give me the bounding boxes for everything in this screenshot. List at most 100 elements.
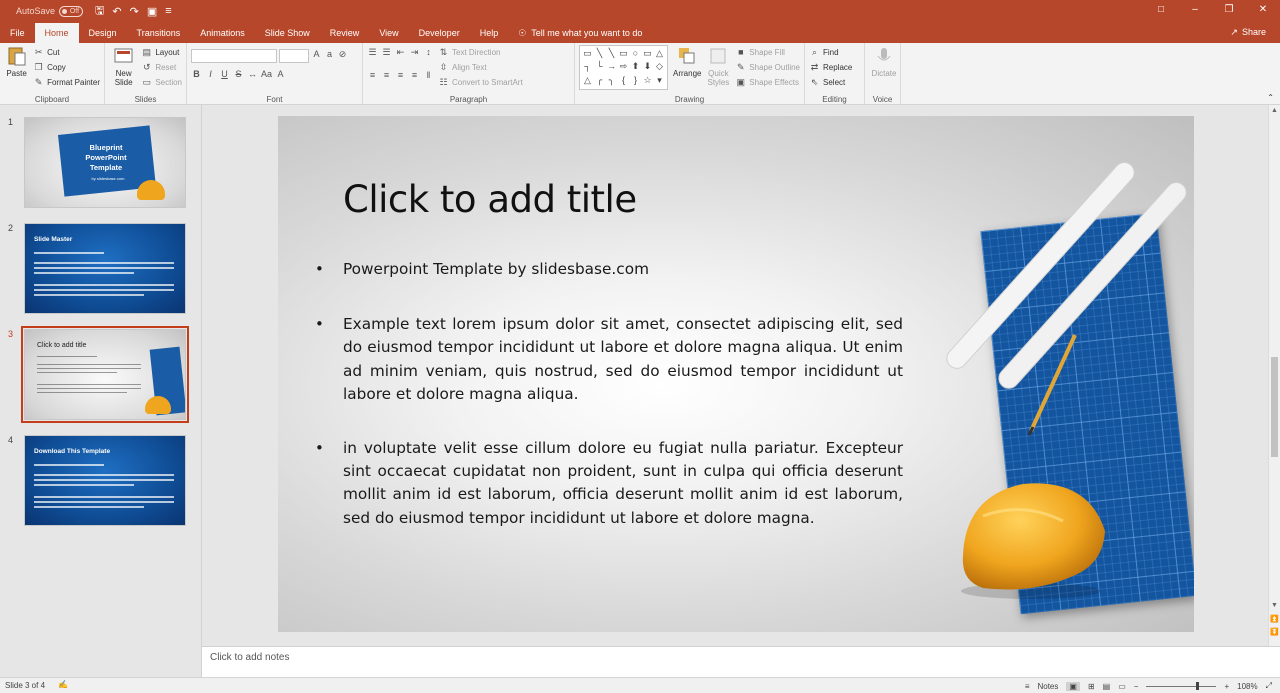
line-spacing-icon[interactable]: ↕: [423, 47, 434, 58]
slide-title-placeholder[interactable]: Click to add title: [343, 178, 637, 221]
collapse-ribbon-icon[interactable]: ⌃: [1267, 93, 1274, 102]
align-center-icon[interactable]: ≡: [381, 70, 392, 81]
reading-view-icon[interactable]: ▤: [1103, 682, 1111, 691]
close-icon[interactable]: ✕: [1246, 0, 1280, 22]
slide-thumbnail-2[interactable]: Slide Master: [24, 223, 186, 314]
shapes-gallery[interactable]: ▭ ╲ ╲ ▭ ○ ▭ △ ┐ └ → ⇨ ⬆ ⬇ ◇ △ ╭ ╮{} ☆ ▾: [579, 45, 668, 90]
next-slide-icon[interactable]: ⏬: [1269, 628, 1280, 636]
layout-button[interactable]: ▤ Layout: [141, 45, 182, 60]
change-case-icon[interactable]: Aa: [261, 69, 272, 80]
increase-indent-icon[interactable]: ⇥: [409, 47, 420, 58]
replace-button[interactable]: ⇄ Replace: [809, 60, 860, 75]
underline-icon[interactable]: U: [219, 69, 230, 80]
tell-me-box[interactable]: ☉ Tell me what you want to do: [518, 23, 642, 43]
quick-styles-button[interactable]: Quick Styles: [706, 45, 730, 90]
autosave-toggle[interactable]: Off: [59, 5, 84, 17]
arrange-button[interactable]: Arrange: [673, 45, 701, 90]
align-text-button[interactable]: ⇳ Align Text: [438, 60, 523, 75]
bullet-item: Example text lorem ipsum dolor sit amet,…: [313, 313, 903, 406]
minimize-icon[interactable]: –: [1178, 0, 1212, 22]
shape-fill-button[interactable]: ■ Shape Fill: [735, 45, 800, 60]
tab-review[interactable]: Review: [320, 23, 370, 43]
cut-button[interactable]: ✂ Cut: [33, 45, 100, 60]
reset-button[interactable]: ↺ Reset: [141, 60, 182, 75]
char-spacing-icon[interactable]: ↔: [247, 69, 258, 80]
decrease-indent-icon[interactable]: ⇤: [395, 47, 406, 58]
align-left-icon[interactable]: ≡: [367, 70, 378, 81]
tab-developer[interactable]: Developer: [409, 23, 470, 43]
italic-icon[interactable]: I: [205, 69, 216, 80]
vertical-scrollbar[interactable]: ▲ ▼ ⏫ ⏬: [1268, 105, 1280, 646]
tab-slide-show[interactable]: Slide Show: [255, 23, 320, 43]
section-button[interactable]: ▭ Section: [141, 75, 182, 90]
fit-slide-icon[interactable]: ⤢: [1266, 681, 1272, 691]
clear-format-icon[interactable]: ⊘: [337, 49, 348, 60]
select-button[interactable]: ⇖ Select: [809, 75, 860, 90]
copy-button[interactable]: ❐ Copy: [33, 60, 100, 75]
tab-animations[interactable]: Animations: [190, 23, 255, 43]
tab-home[interactable]: Home: [34, 23, 79, 43]
slide-thumbnail-1[interactable]: Blueprint PowerPoint Template by slidesb…: [24, 117, 186, 208]
scroll-down-icon[interactable]: ▼: [1269, 602, 1280, 609]
font-name-box[interactable]: [191, 49, 277, 63]
tab-help[interactable]: Help: [470, 23, 509, 43]
redo-icon[interactable]: ↷: [130, 5, 139, 18]
notes-pane[interactable]: Click to add notes: [202, 646, 1280, 677]
numbering-icon[interactable]: ☰: [381, 47, 392, 58]
previous-slide-icon[interactable]: ⏫: [1269, 615, 1280, 623]
align-right-icon[interactable]: ≡: [395, 70, 406, 81]
ribbon-display-icon[interactable]: □: [1144, 0, 1178, 22]
slide-show-icon[interactable]: ▭: [1118, 682, 1126, 691]
thumb-title: Click to add title: [37, 342, 87, 349]
slide-body-placeholder[interactable]: Powerpoint Template by slidesbase.com Ex…: [313, 258, 903, 561]
convert-smartart-button[interactable]: ☷ Convert to SmartArt: [438, 75, 522, 90]
notes-toggle-label[interactable]: Notes: [1037, 682, 1058, 691]
notes-placeholder[interactable]: Click to add notes: [210, 652, 290, 663]
save-icon[interactable]: 🖫: [95, 2, 104, 21]
bold-icon[interactable]: B: [191, 69, 202, 80]
present-icon[interactable]: ▣: [147, 5, 157, 18]
quick-styles-icon: [710, 48, 726, 64]
tab-view[interactable]: View: [369, 23, 408, 43]
find-button[interactable]: ⌕ Find: [809, 45, 860, 60]
slide-thumbnail-4[interactable]: Download This Template: [24, 435, 186, 526]
autosave-control[interactable]: AutoSave Off: [16, 5, 84, 17]
quick-access-toolbar: 🖫 ↶ ↷ ▣ ≡: [95, 2, 172, 21]
tab-transitions[interactable]: Transitions: [127, 23, 191, 43]
font-color-icon[interactable]: A: [275, 69, 286, 80]
font-size-box[interactable]: [279, 49, 309, 63]
zoom-in-icon[interactable]: +: [1224, 682, 1229, 691]
zoom-out-icon[interactable]: −: [1134, 682, 1139, 691]
current-slide[interactable]: Click to add title Powerpoint Template b…: [278, 116, 1194, 632]
slide-sorter-icon[interactable]: ⊞: [1088, 682, 1095, 691]
scrollbar-thumb[interactable]: [1271, 357, 1278, 457]
share-button[interactable]: ↗ Share: [1230, 22, 1266, 42]
tab-design[interactable]: Design: [79, 23, 127, 43]
slide-thumbnail-3[interactable]: Click to add title: [21, 326, 189, 423]
status-right-controls: ≡ Notes ▣ ⊞ ▤ ▭ − + 108% ⤢: [1025, 679, 1272, 693]
columns-icon[interactable]: ‖: [423, 70, 434, 81]
strikethrough-icon[interactable]: S: [233, 69, 244, 80]
customize-icon[interactable]: ≡: [165, 5, 171, 17]
notes-toggle-icon[interactable]: ≡: [1025, 682, 1030, 691]
dictate-button[interactable]: Dictate: [869, 45, 899, 78]
normal-view-icon[interactable]: ▣: [1066, 681, 1080, 691]
justify-icon[interactable]: ≡: [409, 70, 420, 81]
undo-icon[interactable]: ↶: [112, 5, 121, 18]
grow-font-icon[interactable]: A: [311, 49, 322, 60]
zoom-slider[interactable]: [1146, 681, 1217, 690]
new-slide-button[interactable]: New Slide: [109, 45, 138, 90]
spelling-check-icon[interactable]: ✍: [58, 680, 68, 689]
shape-effects-button[interactable]: ▣ Shape Effects: [735, 75, 800, 90]
tab-file[interactable]: File: [0, 23, 35, 43]
bullets-icon[interactable]: ☰: [367, 47, 378, 58]
paste-button[interactable]: Paste: [4, 45, 29, 90]
format-painter-button[interactable]: ✎ Format Painter: [33, 75, 100, 90]
restore-icon[interactable]: ❐: [1212, 0, 1246, 22]
shrink-font-icon[interactable]: a: [324, 49, 335, 60]
text-direction-button[interactable]: ⇅ Text Direction: [438, 45, 523, 60]
shape-outline-button[interactable]: ✎ Shape Outline: [735, 60, 800, 75]
scroll-up-icon[interactable]: ▲: [1269, 107, 1280, 114]
thumb-text-line: [34, 289, 174, 291]
zoom-level[interactable]: 108%: [1237, 682, 1257, 691]
